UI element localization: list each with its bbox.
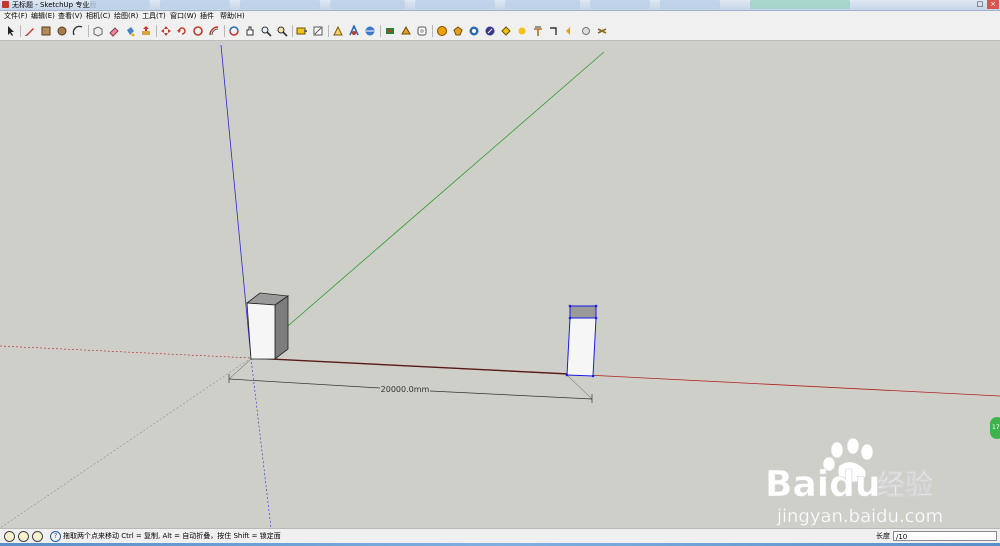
shadow-icon[interactable]	[531, 24, 545, 38]
sphere-icon[interactable]	[579, 24, 593, 38]
blue-axis	[220, 44, 252, 359]
watermark-brand: Baidu	[765, 464, 880, 505]
pencil-icon[interactable]	[23, 24, 37, 38]
sketchup-logo-icon	[2, 1, 9, 8]
menu-help[interactable]: 帮助(H)	[220, 11, 245, 22]
taskbar-tab[interactable]	[160, 0, 230, 9]
status-bar: ? 拖取两个点来移动 Ctrl = 复制, Alt = 自动折叠，按住 Shif…	[0, 528, 1000, 543]
box-right-selected[interactable]	[565, 304, 598, 378]
rectangle-icon[interactable]	[39, 24, 53, 38]
pan-icon[interactable]	[243, 24, 257, 38]
menu-file[interactable]: 文件(F)	[4, 11, 28, 22]
toolbar	[0, 22, 1000, 41]
3d-text-icon[interactable]	[383, 24, 397, 38]
green-axis	[250, 51, 605, 359]
walk-icon[interactable]	[483, 24, 497, 38]
paw-icon	[830, 441, 844, 459]
text-icon[interactable]	[347, 24, 361, 38]
taskbar-tab[interactable]	[660, 0, 720, 9]
window-title: 无标题 - SketchUp 专业版	[12, 1, 97, 9]
menu-tools[interactable]: 工具(T)	[142, 11, 166, 22]
dimension-icon[interactable]	[311, 24, 325, 38]
follow-me-icon[interactable]	[191, 24, 205, 38]
menu-view[interactable]: 查看(V)	[58, 11, 82, 22]
maximize-button[interactable]: □	[974, 0, 986, 9]
menu-camera[interactable]: 相机(C)	[86, 11, 110, 22]
measurements-input[interactable]: /10	[893, 531, 997, 541]
axes-icon[interactable]	[363, 24, 377, 38]
sun-icon[interactable]	[563, 24, 577, 38]
help-icon[interactable]: ?	[50, 531, 61, 542]
watermark-url: jingyan.baidu.com	[776, 506, 943, 527]
taskbar-tab[interactable]	[90, 0, 150, 9]
measurements-label: 长度	[876, 532, 890, 540]
status-hint: 拖取两个点来移动 Ctrl = 复制, Alt = 自动折叠，按住 Shift …	[63, 532, 281, 540]
protractor-icon[interactable]	[331, 24, 345, 38]
credits-icon[interactable]	[18, 531, 29, 542]
red-axis-negative	[0, 345, 252, 359]
dimension-label: 20000.0mm	[381, 385, 430, 394]
title-bar: 无标题 - SketchUp 专业版 □ ×	[0, 0, 1000, 11]
position-camera-icon[interactable]	[467, 24, 481, 38]
paint-bucket-icon[interactable]	[123, 24, 137, 38]
side-badge[interactable]: 17	[990, 417, 1000, 439]
zoom-icon[interactable]	[259, 24, 273, 38]
taskbar-tab-active[interactable]	[750, 0, 850, 9]
menu-edit[interactable]: 编辑(E)	[31, 11, 55, 22]
taskbar-tab[interactable]	[240, 0, 320, 9]
watermark-brand-cn: 经验	[877, 468, 933, 501]
zoom-extents-icon[interactable]	[275, 24, 289, 38]
sandbox-icon[interactable]	[515, 24, 529, 38]
box-left[interactable]	[245, 292, 290, 360]
eraser-icon[interactable]	[107, 24, 121, 38]
offset-icon[interactable]	[207, 24, 221, 38]
close-button[interactable]: ×	[987, 0, 999, 9]
move-icon[interactable]	[159, 24, 173, 38]
menu-window[interactable]: 窗口(W)	[170, 11, 196, 22]
cross-tool-icon[interactable]	[595, 24, 609, 38]
push-pull-icon[interactable]	[139, 24, 153, 38]
taskbar-tab[interactable]	[415, 0, 495, 9]
share-component-icon[interactable]	[451, 24, 465, 38]
fog-icon[interactable]	[547, 24, 561, 38]
user-icon[interactable]	[32, 531, 43, 542]
share-model-icon[interactable]	[435, 24, 449, 38]
rotate-icon[interactable]	[175, 24, 189, 38]
circle-icon[interactable]	[55, 24, 69, 38]
taskbar-tab[interactable]	[505, 0, 580, 9]
look-around-icon[interactable]	[499, 24, 513, 38]
geo-location-icon[interactable]	[4, 531, 15, 542]
green-axis-negative	[0, 357, 252, 528]
taskbar-tab[interactable]	[330, 0, 405, 9]
get-models-icon[interactable]	[415, 24, 429, 38]
menu-draw[interactable]: 绘图(R)	[114, 11, 138, 22]
menu-plugins[interactable]: 插件	[200, 11, 214, 22]
edge-line[interactable]	[250, 357, 570, 375]
arc-icon[interactable]	[71, 24, 85, 38]
baidu-watermark: Baidu 经验 jingyan.baidu.com	[755, 436, 975, 532]
taskbar-tab[interactable]	[590, 0, 650, 9]
blue-axis-negative	[250, 357, 272, 528]
make-component-icon[interactable]	[91, 24, 105, 38]
section-plane-icon[interactable]	[399, 24, 413, 38]
tape-measure-icon[interactable]	[295, 24, 309, 38]
select-icon[interactable]	[4, 24, 18, 38]
orbit-icon[interactable]	[227, 24, 241, 38]
